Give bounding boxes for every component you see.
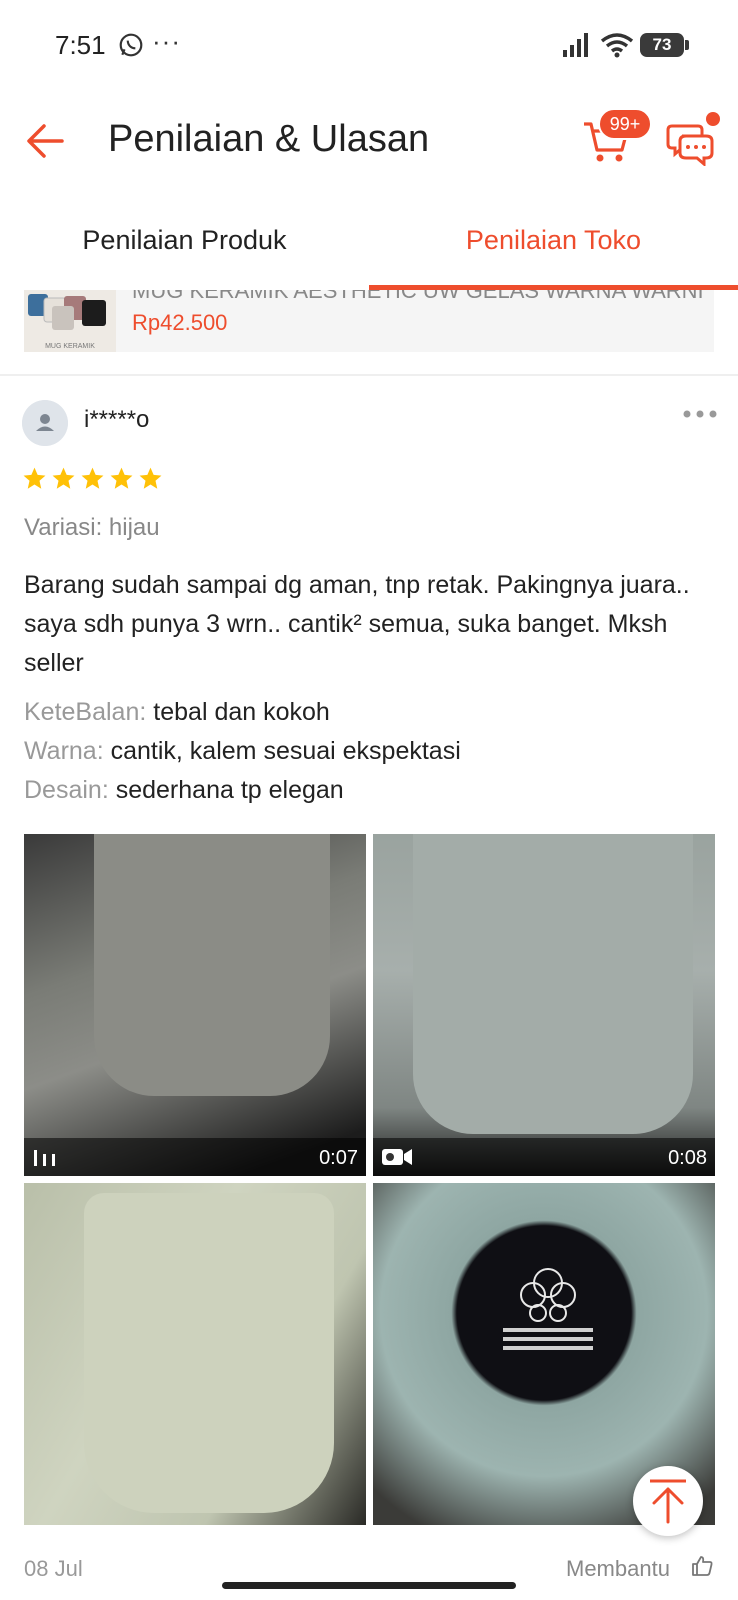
brand-logo-seal: [503, 1268, 593, 1350]
app-header: Penilaian & Ulasan 99+: [0, 90, 738, 190]
mug-photo: [94, 834, 330, 1096]
whatsapp-icon: [119, 33, 143, 57]
review-text: Barang sudah sampai dg aman, tnp retak. …: [24, 571, 690, 677]
status-time: 7:51: [55, 30, 106, 60]
review-video-1[interactable]: 0:07: [24, 834, 366, 1176]
attribute-color: Warna: cantik, kalem sesuai ekspektasi: [24, 737, 461, 766]
star-icon: [81, 467, 104, 489]
attribute-thickness: KeteBalan: tebal dan kokoh: [24, 698, 330, 727]
product-name: MUG KERAMIK AESTHETIC UW GELAS WARNA WAR…: [132, 290, 702, 303]
mug-photo: [84, 1193, 334, 1513]
user-avatar: [22, 400, 68, 446]
star-icon: [139, 467, 162, 489]
attribute-value: cantik, kalem sesuai ekspektasi: [110, 737, 461, 765]
tab-shop-reviews[interactable]: Penilaian Toko: [369, 190, 738, 290]
thumbs-up-icon[interactable]: [690, 1554, 714, 1578]
attribute-value: tebal dan kokoh: [153, 698, 330, 726]
scroll-to-top-button[interactable]: [633, 1466, 703, 1536]
star-icon: [110, 467, 133, 489]
review-photo-1[interactable]: [24, 1183, 366, 1525]
signal-icon: [563, 33, 588, 57]
video-camera-icon: [382, 1149, 412, 1165]
attribute-key: Desain:: [24, 776, 109, 804]
thumb-caption: MUG KERAMIK: [45, 343, 95, 350]
pause-icon[interactable]: [32, 1148, 58, 1168]
more-options-icon[interactable]: [682, 404, 718, 424]
product-price: Rp42.500: [132, 310, 228, 335]
home-indicator: [222, 1582, 516, 1589]
helpful-label[interactable]: Membantu: [566, 1556, 670, 1582]
video-duration: 0:08: [668, 1147, 707, 1169]
attribute-design: Desain: sederhana tp elegan: [24, 776, 344, 805]
product-thumbnail: MUG KERAMIK: [24, 290, 116, 352]
attribute-value: sederhana tp elegan: [115, 776, 344, 804]
chat-notification-dot: [706, 112, 720, 126]
attribute-key: Warna:: [24, 737, 104, 765]
review-date: 08 Jul: [24, 1556, 83, 1581]
product-card[interactable]: MUG KERAMIK MUG KERAMIK AESTHETIC UW GEL…: [24, 290, 714, 352]
star-icon: [23, 467, 46, 489]
attribute-key: KeteBalan:: [24, 698, 147, 726]
video-overlay-bar: [373, 1138, 715, 1176]
video-overlay-bar: [24, 1138, 366, 1176]
page-title: Penilaian & Ulasan: [108, 118, 430, 160]
cart-badge: 99+: [598, 108, 652, 140]
video-duration: 0:07: [319, 1147, 358, 1169]
star-icon: [52, 467, 75, 489]
back-arrow-icon[interactable]: [22, 118, 68, 164]
battery-indicator: 73: [640, 33, 689, 57]
arrow-up-icon: [650, 1479, 686, 1524]
rating-stars: [22, 466, 163, 496]
mug-photo: [413, 834, 693, 1134]
wifi-icon: [600, 33, 634, 58]
status-bar: 7:51 ··· 73: [0, 0, 738, 90]
reviewer-username: i*****o: [84, 406, 150, 433]
more-notifications-icon: ···: [152, 26, 181, 56]
review-video-2[interactable]: 0:08: [373, 834, 715, 1176]
chat-icon[interactable]: [666, 120, 716, 166]
variation-label: Variasi: hijau: [24, 514, 160, 541]
review-tabs: Penilaian Produk Penilaian Toko: [0, 190, 738, 290]
section-divider: [0, 374, 738, 376]
tab-product-reviews[interactable]: Penilaian Produk: [0, 190, 369, 290]
